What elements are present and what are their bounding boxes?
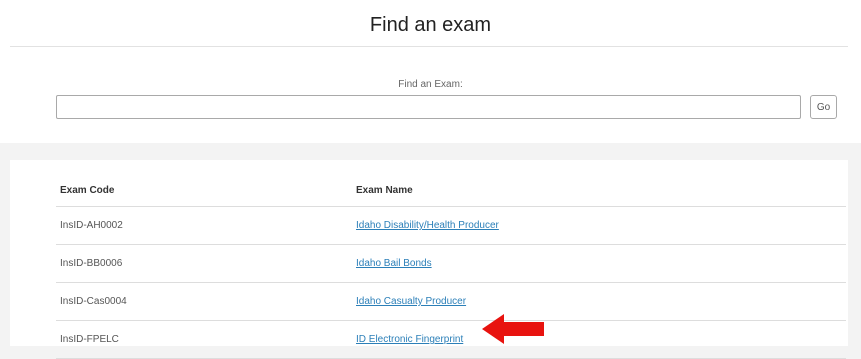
- exam-name-link[interactable]: Idaho Bail Bonds: [356, 258, 432, 269]
- search-section: Find an Exam: Go: [0, 48, 861, 143]
- annotation-arrow: [482, 314, 544, 344]
- exam-search-input[interactable]: [56, 95, 801, 119]
- table-header-row: Exam Code Exam Name: [56, 174, 846, 207]
- table-row: InsID-Cas0004 Idaho Casualty Producer: [56, 282, 846, 321]
- exam-name-cell: ID Electronic Fingerprint: [352, 320, 846, 359]
- header-divider: [10, 46, 848, 47]
- table-row: InsID-FPELC ID Electronic Fingerprint: [56, 320, 846, 359]
- exam-code-cell: InsID-Cas0004: [56, 282, 352, 321]
- exam-code-cell: InsID-BB0006: [56, 244, 352, 283]
- exam-name-cell: Idaho Casualty Producer: [352, 282, 846, 321]
- exam-code-cell: InsID-FPELC: [56, 320, 352, 359]
- page-header: Find an exam: [0, 0, 861, 48]
- left-arrow-icon: [482, 314, 544, 344]
- results-panel: Exam Code Exam Name InsID-AH0002 Idaho D…: [10, 160, 848, 359]
- column-header-exam-code: Exam Code: [56, 174, 352, 207]
- go-button[interactable]: Go: [810, 95, 837, 119]
- table-row: InsID-BB0006 Idaho Bail Bonds: [56, 244, 846, 283]
- search-label: Find an Exam:: [398, 79, 463, 90]
- table-row: InsID-AH0002 Idaho Disability/Health Pro…: [56, 206, 846, 245]
- page-title: Find an exam: [369, 14, 492, 36]
- exam-name-link[interactable]: Idaho Disability/Health Producer: [356, 220, 499, 231]
- exam-name-cell: Idaho Disability/Health Producer: [352, 206, 846, 245]
- exam-results-table: Exam Code Exam Name InsID-AH0002 Idaho D…: [56, 174, 846, 359]
- exam-name-link[interactable]: ID Electronic Fingerprint: [356, 334, 463, 345]
- column-header-exam-name: Exam Name: [352, 174, 846, 207]
- exam-name-cell: Idaho Bail Bonds: [352, 244, 846, 283]
- exam-code-cell: InsID-AH0002: [56, 206, 352, 245]
- exam-name-link[interactable]: Idaho Casualty Producer: [356, 296, 466, 307]
